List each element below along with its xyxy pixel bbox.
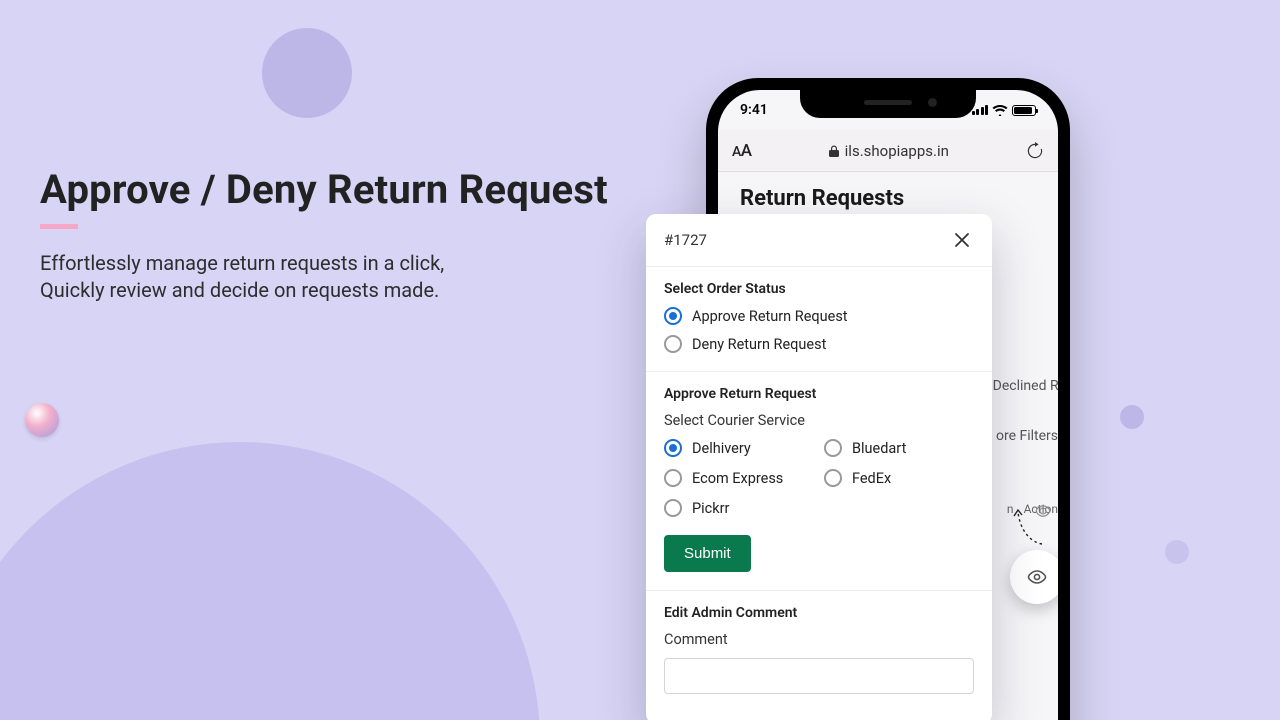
modal-header: #1727 bbox=[646, 214, 992, 267]
bg-circle-right2 bbox=[1165, 540, 1189, 564]
wifi-icon bbox=[992, 104, 1008, 116]
battery-icon bbox=[1012, 105, 1036, 116]
close-icon bbox=[953, 231, 971, 249]
reload-icon[interactable] bbox=[1026, 142, 1044, 160]
submit-button[interactable]: Submit bbox=[664, 535, 751, 572]
headline-accent bbox=[40, 224, 78, 229]
page-paragraph: Effortlessly manage return requests in a… bbox=[40, 250, 444, 304]
lock-icon bbox=[829, 145, 839, 157]
section-title: Select Order Status bbox=[664, 281, 974, 297]
radio-deny[interactable]: Deny Return Request bbox=[664, 335, 974, 353]
radio-fedex[interactable]: FedEx bbox=[824, 469, 974, 487]
bg-circle-large bbox=[0, 442, 540, 720]
radio-icon bbox=[824, 469, 842, 487]
radio-icon bbox=[664, 335, 682, 353]
paragraph-line: Quickly review and decide on requests ma… bbox=[40, 278, 439, 302]
radio-bluedart[interactable]: Bluedart bbox=[824, 439, 974, 457]
comment-label: Comment bbox=[664, 631, 974, 648]
order-id: #1727 bbox=[664, 231, 707, 249]
bg-circle-top bbox=[262, 28, 352, 118]
bg-filters-fragment: ore Filters bbox=[996, 428, 1058, 444]
view-action-fab[interactable] bbox=[1010, 550, 1058, 604]
eye-icon bbox=[1025, 565, 1049, 589]
comment-input[interactable] bbox=[664, 658, 974, 694]
order-status-section: Select Order Status Approve Return Reque… bbox=[646, 267, 992, 372]
url-text: ils.shopiapps.in bbox=[845, 142, 949, 160]
status-icons bbox=[972, 104, 1037, 116]
radio-ecom-express[interactable]: Ecom Express bbox=[664, 469, 814, 487]
radio-label: Delhivery bbox=[692, 440, 751, 457]
page-title: Return Requests bbox=[740, 186, 1036, 211]
bg-tab-fragment: Declined Re bbox=[993, 378, 1058, 394]
radio-label: Deny Return Request bbox=[692, 336, 826, 353]
radio-icon bbox=[824, 439, 842, 457]
callout-arrow bbox=[1012, 508, 1048, 548]
admin-comment-section: Edit Admin Comment Comment bbox=[646, 591, 992, 720]
radio-icon bbox=[664, 499, 682, 517]
phone-notch bbox=[800, 90, 976, 118]
bg-orb-pink bbox=[25, 403, 59, 437]
text-size-button[interactable]: AA bbox=[732, 141, 752, 161]
section-title: Approve Return Request bbox=[664, 386, 974, 402]
radio-label: Bluedart bbox=[852, 440, 906, 457]
paragraph-line: Effortlessly manage return requests in a… bbox=[40, 251, 444, 275]
courier-options: Delhivery Bluedart Ecom Express FedEx Pi… bbox=[664, 439, 974, 517]
radio-pickrr[interactable]: Pickrr bbox=[664, 499, 814, 517]
status-time: 9:41 bbox=[740, 102, 768, 118]
page-headline: Approve / Deny Return Request bbox=[40, 166, 608, 213]
radio-label: FedEx bbox=[852, 470, 891, 487]
return-request-modal: #1727 Select Order Status Approve Return… bbox=[646, 214, 992, 720]
approve-section: Approve Return Request Select Courier Se… bbox=[646, 372, 992, 591]
radio-approve[interactable]: Approve Return Request bbox=[664, 307, 974, 325]
radio-label: Approve Return Request bbox=[692, 308, 848, 325]
radio-label: Ecom Express bbox=[692, 470, 783, 487]
browser-toolbar: AA ils.shopiapps.in bbox=[718, 130, 1058, 172]
radio-delhivery[interactable]: Delhivery bbox=[664, 439, 814, 457]
radio-icon bbox=[664, 439, 682, 457]
radio-icon bbox=[664, 469, 682, 487]
radio-label: Pickrr bbox=[692, 500, 729, 517]
section-title: Edit Admin Comment bbox=[664, 605, 974, 621]
close-button[interactable] bbox=[950, 228, 974, 252]
radio-icon bbox=[664, 307, 682, 325]
bg-circle-right bbox=[1120, 405, 1144, 429]
address-bar[interactable]: ils.shopiapps.in bbox=[764, 142, 1014, 160]
courier-label: Select Courier Service bbox=[664, 412, 974, 429]
